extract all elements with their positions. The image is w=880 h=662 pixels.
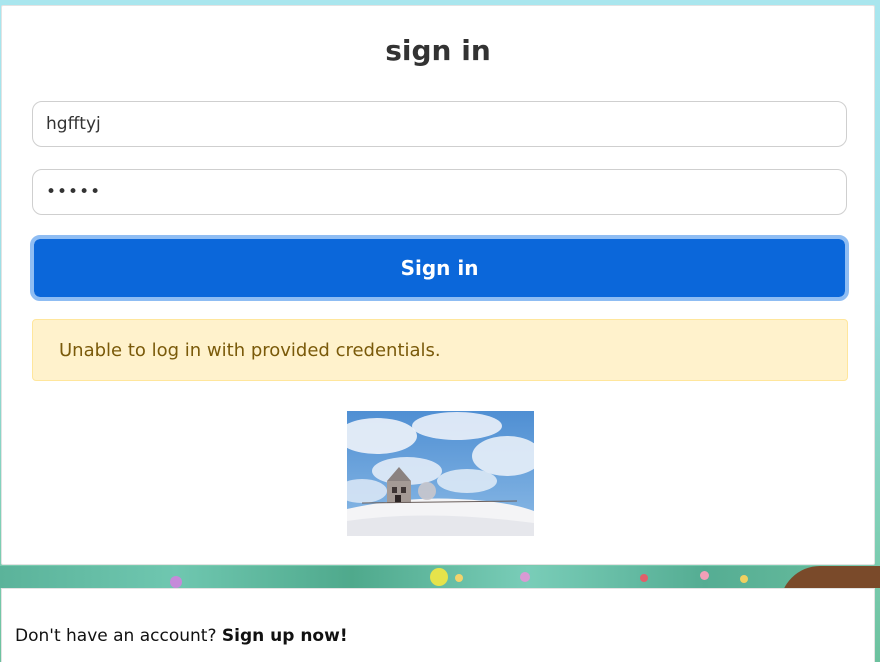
signin-button[interactable]: Sign in bbox=[30, 235, 849, 301]
page-title: sign in bbox=[385, 34, 491, 67]
background-decoration bbox=[0, 566, 880, 588]
signup-prompt: Don't have an account? bbox=[15, 626, 217, 646]
password-input[interactable] bbox=[32, 169, 847, 215]
error-message: Unable to log in with provided credentia… bbox=[59, 339, 441, 361]
signup-card: Don't have an account? Sign up now! bbox=[1, 588, 875, 662]
signup-link[interactable]: Sign up now! bbox=[222, 626, 348, 646]
signup-prompt-line: Don't have an account? Sign up now! bbox=[15, 626, 348, 646]
signin-card: sign in Sign in Unable to log in with pr… bbox=[1, 5, 875, 565]
winter-house-photo bbox=[347, 411, 534, 536]
error-alert: Unable to log in with provided credentia… bbox=[32, 319, 848, 381]
username-input[interactable] bbox=[32, 101, 847, 147]
